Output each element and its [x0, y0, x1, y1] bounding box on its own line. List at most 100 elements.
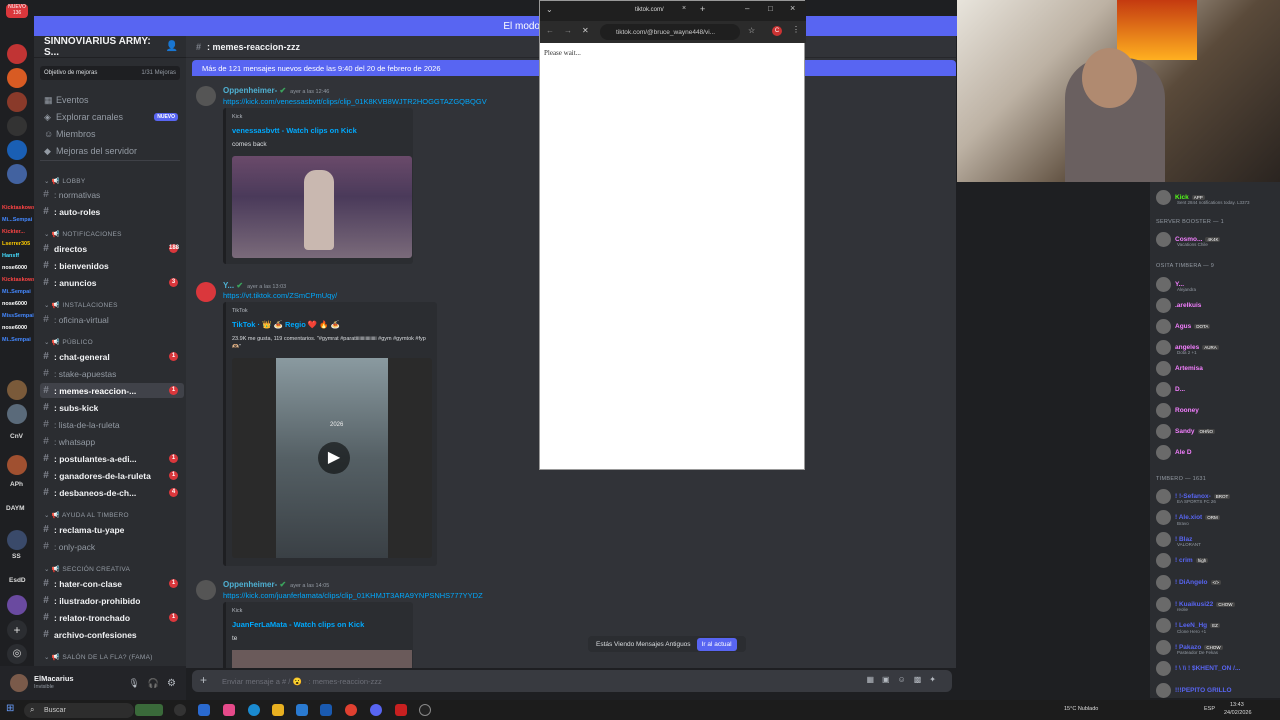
- server-icon[interactable]: [7, 595, 27, 615]
- clock-date[interactable]: 24/02/2026: [1224, 710, 1252, 716]
- server-header[interactable]: SINNOVIARIUS ARMY: S... 👤: [34, 36, 186, 58]
- server-icon[interactable]: [7, 380, 27, 400]
- boost-goal[interactable]: Objetivo de mejoras 1/31 Mejoras: [40, 66, 180, 80]
- embed-video[interactable]: 2026 ▶: [232, 358, 432, 558]
- file-explorer-icon[interactable]: [272, 704, 284, 716]
- username[interactable]: Oppenheimer- ✔ ayer a las 12:46: [223, 86, 329, 95]
- channel-item[interactable]: #: hater-con-clase 1: [40, 576, 184, 591]
- member-item[interactable]: ! DiAngelo </>: [1156, 573, 1222, 591]
- widgets-icon[interactable]: [135, 704, 163, 716]
- channel-item[interactable]: #: whatsapp: [40, 434, 184, 449]
- back-icon[interactable]: ←: [546, 26, 554, 35]
- member-item[interactable]: Sandy OHÑO: [1156, 422, 1216, 440]
- close-window-icon[interactable]: ×: [790, 3, 795, 13]
- language[interactable]: ESP: [1204, 706, 1215, 712]
- server-icon[interactable]: [7, 92, 27, 112]
- embed-title[interactable]: TikTok · 👑 🍝 Regio ❤️ 🔥 🍝: [232, 320, 340, 329]
- channel-item[interactable]: #: ilustrador-prohibido: [40, 593, 184, 608]
- add-server-icon[interactable]: +: [7, 620, 27, 640]
- channel-item[interactable]: #: anuncios 3: [40, 275, 184, 290]
- maximize-icon[interactable]: □: [768, 4, 773, 13]
- member-item[interactable]: !!!PEPITO GRILLO: [1156, 681, 1232, 699]
- channel-item[interactable]: #: ganadores-de-la-ruleta 1: [40, 468, 184, 483]
- channel-item[interactable]: # archivo-confesiones: [40, 627, 184, 642]
- composer-tools-icons[interactable]: ▦▣☺▩✦: [866, 675, 944, 684]
- sidebar-item-members[interactable]: ☺ Miembros: [34, 126, 184, 142]
- category-help[interactable]: ⌄ 📢 AYUDA AL TIMBERO: [44, 511, 129, 519]
- category-notifications[interactable]: ⌄ 📢 NOTIFICACIONES: [44, 230, 122, 238]
- add-member-icon[interactable]: 👤: [166, 41, 178, 52]
- tab-menu-icon[interactable]: ⌄: [546, 5, 553, 14]
- sidebar-item-boosts[interactable]: ◆ Mejoras del servidor: [34, 143, 184, 159]
- menu-icon[interactable]: ⋮: [792, 25, 800, 34]
- clock-time[interactable]: 13:43: [1230, 702, 1244, 708]
- server-icon[interactable]: [7, 140, 27, 160]
- channel-item[interactable]: #: lista-de-la-ruleta: [40, 417, 184, 432]
- server-icon[interactable]: [7, 44, 27, 64]
- play-icon[interactable]: ▶: [318, 442, 350, 474]
- app-icon[interactable]: [198, 704, 210, 716]
- channel-item[interactable]: #: only-pack: [40, 539, 184, 554]
- channel-item[interactable]: # directos 188: [40, 241, 184, 256]
- add-attachment-icon[interactable]: +: [200, 673, 207, 687]
- embed-thumbnail[interactable]: [232, 156, 412, 258]
- category-lobby[interactable]: ⌄ 📢 LOBBY: [44, 177, 86, 185]
- mic-icon[interactable]: 🎙: [128, 678, 139, 689]
- channel-item[interactable]: #: reclama-tu-yape: [40, 522, 184, 537]
- username[interactable]: Y... ✔ ayer a las 13:03: [223, 281, 286, 290]
- member-item[interactable]: Artemisa: [1156, 359, 1203, 377]
- member-item[interactable]: Agus DOTA: [1156, 317, 1211, 335]
- avatar[interactable]: [196, 580, 216, 600]
- obs-icon[interactable]: [419, 704, 431, 716]
- category-public[interactable]: ⌄ 📢 PÚBLICO: [44, 338, 93, 346]
- embed-title[interactable]: JuanFerLaMata - Watch clips on Kick: [232, 620, 364, 629]
- member-item[interactable]: ! crim high: [1156, 552, 1209, 570]
- member-item[interactable]: ! Kuaikusi22 CHOW: [1156, 595, 1235, 613]
- username[interactable]: Oppenheimer- ✔ ayer a las 14:05: [223, 580, 329, 589]
- profile-icon[interactable]: C: [772, 26, 782, 36]
- discord-icon[interactable]: [370, 704, 382, 716]
- chrome-icon[interactable]: [345, 704, 357, 716]
- channel-item[interactable]: #: stake-apuestas: [40, 366, 184, 381]
- forward-icon[interactable]: →: [564, 26, 572, 35]
- channel-item[interactable]: #: oficina-virtual: [40, 312, 184, 327]
- channel-item[interactable]: #: chat-general 1: [40, 349, 184, 364]
- headphones-icon[interactable]: 🎧: [148, 678, 159, 689]
- edge-icon[interactable]: [248, 704, 260, 716]
- message-link[interactable]: https://kick.com/juanferlamata/clips/cli…: [223, 591, 483, 600]
- close-tab-icon[interactable]: ×: [682, 5, 686, 12]
- taskbar-search[interactable]: ⌕ Buscar: [24, 703, 134, 718]
- avatar[interactable]: [10, 674, 28, 692]
- sidebar-item-events[interactable]: ▦ Eventos: [34, 92, 184, 108]
- server-icon[interactable]: [7, 530, 27, 550]
- channel-item[interactable]: #: postulantes-a-edi... 1: [40, 451, 184, 466]
- message-link[interactable]: https://vt.tiktok.com/ZSmCPmUqy/: [223, 291, 337, 300]
- embed-thumbnail[interactable]: [232, 650, 412, 668]
- avatar[interactable]: [196, 86, 216, 106]
- category-installations[interactable]: ⌄ 📢 INSTALACIONES: [44, 301, 118, 309]
- address-bar[interactable]: tiktok.com/@bruce_wayne448/vi...: [600, 24, 740, 40]
- channel-item[interactable]: #: auto-roles: [40, 204, 184, 219]
- member-item[interactable]: D...: [1156, 380, 1185, 398]
- jump-to-present-button[interactable]: Ir al actual: [696, 637, 737, 651]
- app-icon[interactable]: [395, 704, 407, 716]
- category-creative[interactable]: ⌄ 📢 SECCIÓN CREATIVA: [44, 565, 130, 573]
- task-view-icon[interactable]: [174, 704, 186, 716]
- member-item[interactable]: Rooney: [1156, 401, 1199, 419]
- message-link[interactable]: https://kick.com/venessasbvtt/clips/clip…: [223, 97, 487, 106]
- app-icon[interactable]: [320, 704, 332, 716]
- channel-item[interactable]: #: subs-kick: [40, 400, 184, 415]
- embed-title[interactable]: venessasbvtt - Watch clips on Kick: [232, 126, 357, 135]
- server-icon[interactable]: [7, 68, 27, 88]
- category-fame[interactable]: ⌄ 📢 SALÓN DE LA FLA? (FAMA): [44, 653, 153, 661]
- channel-item[interactable]: #: normativas: [40, 187, 184, 202]
- channel-item[interactable]: #: relator-tronchado 1: [40, 610, 184, 625]
- weather[interactable]: 15°C Nublado: [1064, 706, 1098, 712]
- channel-item[interactable]: #: desbaneos-de-ch... 4: [40, 485, 184, 500]
- avatar[interactable]: [196, 282, 216, 302]
- minimize-icon[interactable]: –: [745, 4, 749, 13]
- stop-icon[interactable]: ✕: [582, 26, 589, 35]
- app-icon[interactable]: [296, 704, 308, 716]
- member-item[interactable]: ! \ \\ ! $KHENT_ON /...: [1156, 660, 1240, 678]
- start-icon[interactable]: ⊞: [6, 703, 14, 714]
